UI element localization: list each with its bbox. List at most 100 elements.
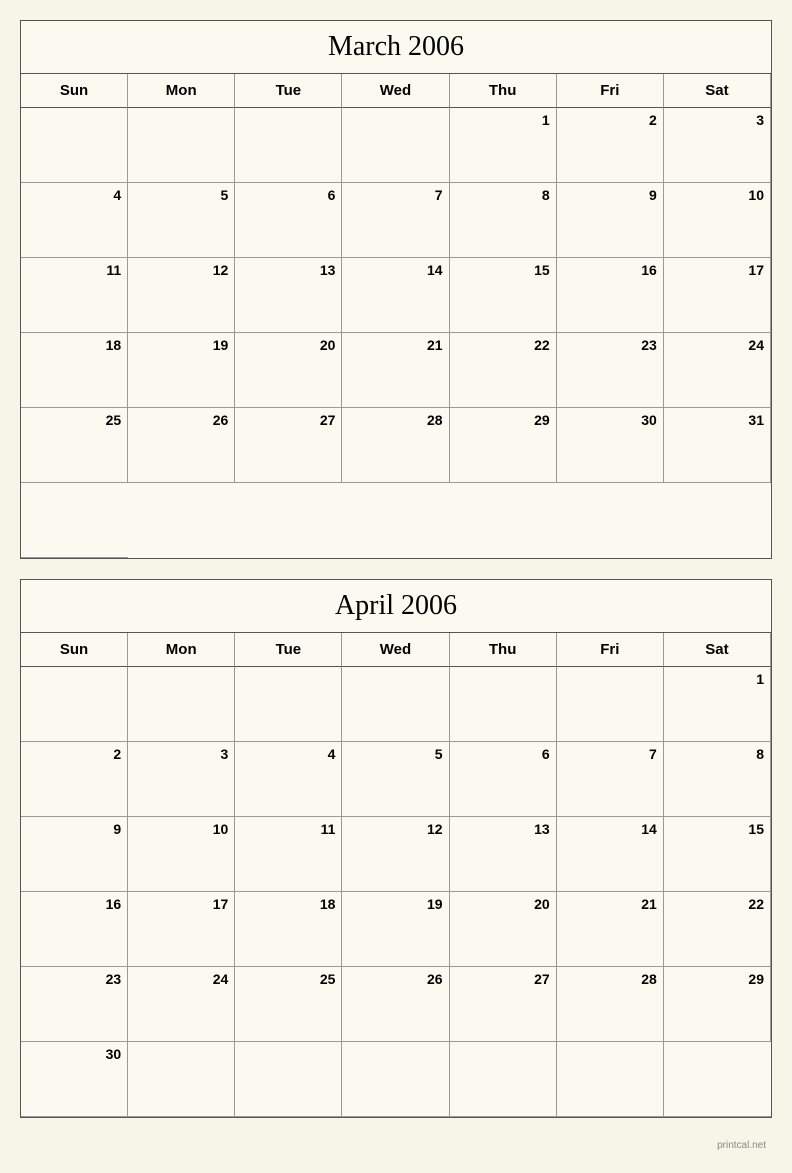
day-cell: 10 bbox=[128, 817, 235, 892]
day-cell: 9 bbox=[21, 817, 128, 892]
day-cell bbox=[128, 1042, 235, 1117]
day-cell bbox=[342, 667, 449, 742]
header-sat: Sat bbox=[664, 633, 771, 667]
day-cell: 7 bbox=[342, 183, 449, 258]
day-cell: 25 bbox=[21, 408, 128, 483]
day-cell bbox=[450, 667, 557, 742]
day-cell: 2 bbox=[557, 108, 664, 183]
day-cell: 30 bbox=[21, 1042, 128, 1117]
day-cell bbox=[235, 1042, 342, 1117]
day-cell bbox=[128, 667, 235, 742]
day-cell bbox=[450, 1042, 557, 1117]
day-cell: 30 bbox=[557, 408, 664, 483]
day-cell: 1 bbox=[450, 108, 557, 183]
day-cell: 22 bbox=[450, 333, 557, 408]
day-cell: 11 bbox=[21, 258, 128, 333]
header-sun: Sun bbox=[21, 633, 128, 667]
march-2006-grid: SunMonTueWedThuFriSat1234567891011121314… bbox=[21, 74, 771, 558]
day-cell: 11 bbox=[235, 817, 342, 892]
header-tue: Tue bbox=[235, 633, 342, 667]
day-cell: 21 bbox=[557, 892, 664, 967]
day-cell: 6 bbox=[235, 183, 342, 258]
day-cell: 19 bbox=[128, 333, 235, 408]
day-cell: 1 bbox=[664, 667, 771, 742]
day-cell: 14 bbox=[342, 258, 449, 333]
day-cell: 12 bbox=[128, 258, 235, 333]
day-cell: 8 bbox=[664, 742, 771, 817]
header-wed: Wed bbox=[342, 633, 449, 667]
day-cell: 13 bbox=[235, 258, 342, 333]
day-cell: 5 bbox=[128, 183, 235, 258]
day-cell bbox=[128, 108, 235, 183]
day-cell bbox=[557, 667, 664, 742]
day-cell: 6 bbox=[450, 742, 557, 817]
watermark: printcal.net bbox=[20, 1138, 772, 1153]
header-thu: Thu bbox=[450, 633, 557, 667]
day-cell bbox=[342, 108, 449, 183]
day-cell: 7 bbox=[557, 742, 664, 817]
day-cell: 8 bbox=[450, 183, 557, 258]
header-wed: Wed bbox=[342, 74, 449, 108]
day-cell: 23 bbox=[21, 967, 128, 1042]
day-cell: 20 bbox=[450, 892, 557, 967]
day-cell: 23 bbox=[557, 333, 664, 408]
day-cell: 12 bbox=[342, 817, 449, 892]
day-cell: 4 bbox=[235, 742, 342, 817]
day-cell: 18 bbox=[235, 892, 342, 967]
day-cell: 26 bbox=[128, 408, 235, 483]
day-cell: 18 bbox=[21, 333, 128, 408]
day-cell: 9 bbox=[557, 183, 664, 258]
header-mon: Mon bbox=[128, 633, 235, 667]
day-cell: 3 bbox=[664, 108, 771, 183]
day-cell: 22 bbox=[664, 892, 771, 967]
day-cell: 31 bbox=[664, 408, 771, 483]
day-cell: 13 bbox=[450, 817, 557, 892]
header-tue: Tue bbox=[235, 74, 342, 108]
day-cell: 15 bbox=[450, 258, 557, 333]
day-cell: 5 bbox=[342, 742, 449, 817]
day-cell: 15 bbox=[664, 817, 771, 892]
calendar-march-2006: March 2006SunMonTueWedThuFriSat123456789… bbox=[20, 20, 772, 559]
header-mon: Mon bbox=[128, 74, 235, 108]
day-cell: 20 bbox=[235, 333, 342, 408]
day-cell: 10 bbox=[664, 183, 771, 258]
day-cell bbox=[21, 483, 128, 558]
day-cell: 25 bbox=[235, 967, 342, 1042]
day-cell bbox=[664, 1042, 771, 1117]
day-cell: 24 bbox=[128, 967, 235, 1042]
day-cell bbox=[235, 667, 342, 742]
header-fri: Fri bbox=[557, 633, 664, 667]
calendar-container: March 2006SunMonTueWedThuFriSat123456789… bbox=[20, 20, 772, 1153]
calendar-april-2006: April 2006SunMonTueWedThuFriSat123456789… bbox=[20, 579, 772, 1118]
day-cell bbox=[557, 1042, 664, 1117]
day-cell: 29 bbox=[664, 967, 771, 1042]
day-cell: 21 bbox=[342, 333, 449, 408]
day-cell: 24 bbox=[664, 333, 771, 408]
day-cell: 27 bbox=[235, 408, 342, 483]
day-cell: 19 bbox=[342, 892, 449, 967]
day-cell bbox=[342, 1042, 449, 1117]
day-cell: 27 bbox=[450, 967, 557, 1042]
march-2006-title: March 2006 bbox=[21, 21, 771, 74]
day-cell bbox=[21, 667, 128, 742]
april-2006-grid: SunMonTueWedThuFriSat1234567891011121314… bbox=[21, 633, 771, 1117]
april-2006-title: April 2006 bbox=[21, 580, 771, 633]
day-cell: 17 bbox=[128, 892, 235, 967]
day-cell: 16 bbox=[21, 892, 128, 967]
day-cell: 26 bbox=[342, 967, 449, 1042]
day-cell: 2 bbox=[21, 742, 128, 817]
header-fri: Fri bbox=[557, 74, 664, 108]
day-cell: 4 bbox=[21, 183, 128, 258]
day-cell: 14 bbox=[557, 817, 664, 892]
day-cell bbox=[235, 108, 342, 183]
day-cell: 3 bbox=[128, 742, 235, 817]
day-cell: 28 bbox=[342, 408, 449, 483]
day-cell: 17 bbox=[664, 258, 771, 333]
header-thu: Thu bbox=[450, 74, 557, 108]
header-sat: Sat bbox=[664, 74, 771, 108]
day-cell bbox=[21, 108, 128, 183]
day-cell: 29 bbox=[450, 408, 557, 483]
day-cell: 28 bbox=[557, 967, 664, 1042]
header-sun: Sun bbox=[21, 74, 128, 108]
day-cell: 16 bbox=[557, 258, 664, 333]
